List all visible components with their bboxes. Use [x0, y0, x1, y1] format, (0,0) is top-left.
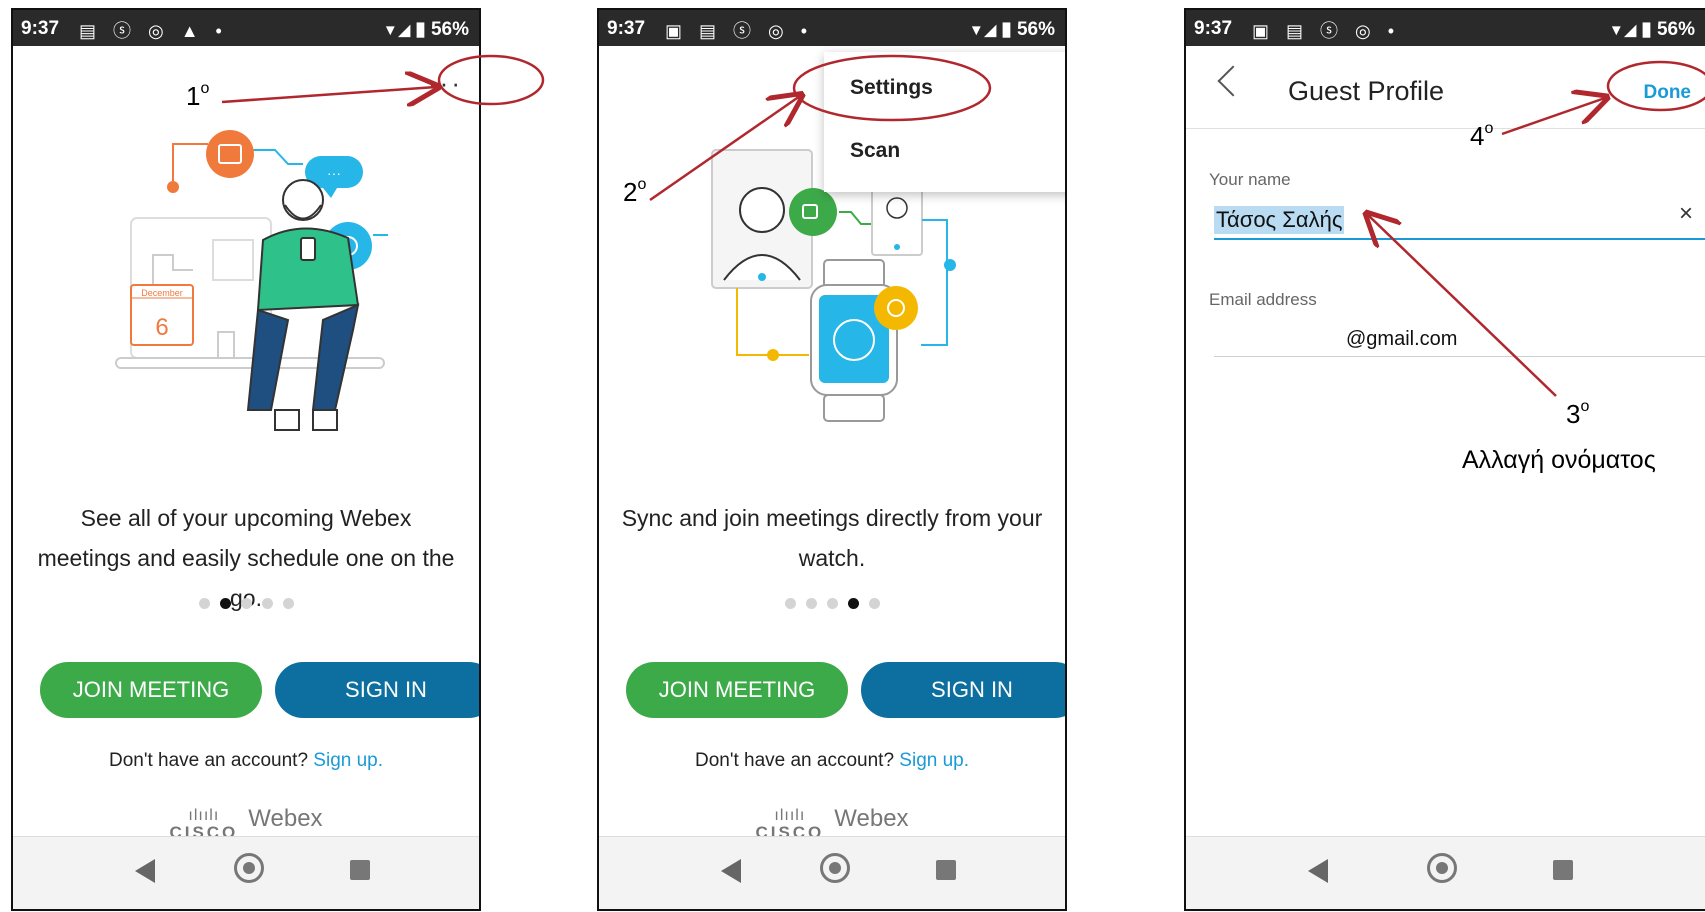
overflow-dropdown-menu: Settings Scan	[824, 52, 1065, 192]
menu-item-settings[interactable]: Settings	[850, 76, 933, 100]
calendar-month: December	[141, 288, 183, 298]
battery-level: 56%	[1656, 19, 1695, 40]
page-dot	[784, 598, 796, 609]
notification-icons: ▣ ▤ ⓢ ◎ •	[665, 21, 814, 41]
calendar-day: 6	[155, 314, 168, 341]
page-dot	[282, 598, 294, 609]
onboarding-caption: Sync and join meetings directly from you…	[621, 505, 1043, 571]
page-indicator	[13, 596, 479, 614]
step1-sup: o	[200, 80, 210, 97]
nav-home-icon[interactable]	[820, 853, 850, 883]
step3-number: 3	[1566, 399, 1581, 429]
webex-wordmark: Webex	[834, 805, 909, 832]
notification-icons: ▤ ⓢ ◎ ▲ •	[79, 21, 228, 41]
nav-recent-apps-icon[interactable]	[1553, 860, 1573, 880]
signup-prompt: Don't have an account? Sign up.	[599, 750, 1065, 772]
nav-back-icon[interactable]	[721, 859, 741, 883]
step4-number: 4	[1470, 121, 1485, 151]
wifi-signal-icon: ▼◢	[1608, 22, 1638, 39]
phone-screen-welcome-1: 9:37 ▤ ⓢ ◎ ▲ • ▼◢ ▮ 56% ··· ··· December …	[11, 8, 481, 911]
notification-icons: ▣ ▤ ⓢ ◎ •	[1252, 21, 1401, 41]
nav-back-icon[interactable]	[1308, 859, 1328, 883]
cisco-bars-icon: ılıılı	[774, 806, 806, 824]
step3-sup: o	[1580, 398, 1590, 415]
clear-icon[interactable]: ×	[1679, 200, 1693, 228]
join-meeting-button[interactable]: JOIN MEETING	[626, 662, 848, 718]
battery-icon: ▮	[415, 19, 426, 40]
join-meeting-button[interactable]: JOIN MEETING	[40, 662, 262, 718]
page-dot	[240, 598, 252, 609]
status-bar: 9:37 ▣ ▤ ⓢ ◎ • ▼◢ ▮ 56%	[1186, 10, 1705, 46]
cisco-bars-icon: ılıılı	[188, 806, 220, 824]
webex-wordmark: Webex	[248, 805, 323, 832]
page-dot	[198, 598, 210, 609]
signup-link[interactable]: Sign up.	[899, 750, 969, 771]
android-nav-bar	[13, 836, 479, 909]
status-bar: 9:37 ▣ ▤ ⓢ ◎ • ▼◢ ▮ 56%	[599, 10, 1065, 46]
android-nav-bar	[599, 836, 1065, 909]
step2-number: 2	[623, 177, 638, 207]
signup-text: Don't have an account?	[694, 750, 895, 771]
android-nav-bar	[1186, 836, 1705, 909]
signup-prompt: Don't have an account? Sign up.	[13, 750, 479, 772]
page-dot	[805, 598, 817, 609]
email-input-underline	[1214, 356, 1705, 357]
signup-link[interactable]: Sign up.	[313, 750, 383, 771]
status-right: ▼◢ ▮ 56%	[1609, 18, 1695, 41]
status-right: ▼◢ ▮ 56%	[383, 18, 469, 41]
wifi-signal-icon: ▼◢	[382, 22, 412, 39]
page-dot	[826, 598, 838, 609]
email-field-label: Email address	[1209, 290, 1317, 309]
wifi-signal-icon: ▼◢	[968, 22, 998, 39]
annotation-step4: 4o	[1470, 120, 1493, 152]
page-indicator	[599, 596, 1065, 614]
page-dot	[868, 598, 880, 609]
nav-home-icon[interactable]	[1427, 853, 1457, 883]
header-divider	[1186, 128, 1705, 129]
status-bar: 9:37 ▤ ⓢ ◎ ▲ • ▼◢ ▮ 56%	[13, 10, 479, 46]
step2-sup: o	[637, 176, 647, 193]
sign-in-button[interactable]: SIGN IN	[861, 662, 1065, 718]
annotation-step2: 2o	[623, 176, 646, 208]
page-dot-active	[847, 598, 859, 609]
email-input[interactable]: @gmail.com	[1346, 328, 1457, 351]
nav-back-icon[interactable]	[135, 859, 155, 883]
step1-number: 1	[186, 81, 201, 111]
page-dot	[261, 598, 273, 609]
step4-sup: o	[1484, 120, 1494, 137]
status-time: 9:37	[1194, 18, 1233, 39]
sign-in-button[interactable]: SIGN IN	[275, 662, 479, 718]
nav-recent-apps-icon[interactable]	[936, 860, 956, 880]
battery-level: 56%	[1016, 19, 1055, 40]
nav-recent-apps-icon[interactable]	[350, 860, 370, 880]
name-field-label: Your name	[1209, 170, 1291, 189]
page-title: Guest Profile	[1288, 76, 1445, 106]
phone-screen-welcome-menu: 9:37 ▣ ▤ ⓢ ◎ • ▼◢ ▮ 56% Settings Scan Sy…	[597, 8, 1067, 911]
annotation-step3-note: Αλλαγή ονόματος	[1462, 446, 1656, 474]
battery-icon: ▮	[1001, 19, 1012, 40]
bubble-text: ···	[327, 165, 341, 181]
nav-home-icon[interactable]	[234, 853, 264, 883]
page-dot-active	[219, 598, 231, 609]
name-input[interactable]: Τάσος Σαλής	[1214, 206, 1345, 234]
menu-item-scan[interactable]: Scan	[850, 139, 900, 163]
status-right: ▼◢ ▮ 56%	[969, 18, 1055, 41]
status-time: 9:37	[21, 18, 60, 39]
overflow-menu-button[interactable]: ···	[428, 68, 463, 99]
battery-icon: ▮	[1641, 19, 1652, 40]
name-input-underline	[1214, 238, 1705, 240]
annotation-step3: 3o	[1566, 398, 1589, 430]
battery-level: 56%	[430, 19, 469, 40]
done-button[interactable]: Done	[1644, 82, 1692, 104]
signup-text: Don't have an account?	[108, 750, 309, 771]
status-time: 9:37	[607, 18, 646, 39]
illustration-person-phone: ··· December 6	[115, 130, 388, 431]
back-chevron-icon[interactable]	[1217, 65, 1249, 97]
annotation-step1: 1o	[186, 80, 209, 112]
